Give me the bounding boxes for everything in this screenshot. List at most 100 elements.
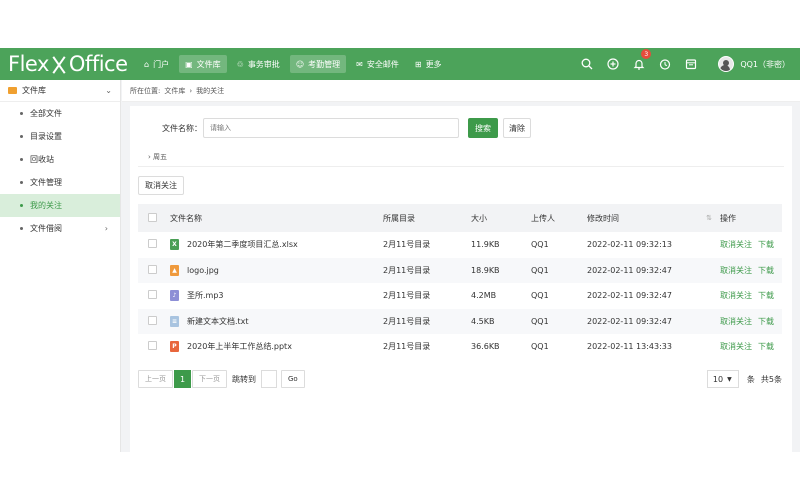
- files-table: 文件名称 所属目录 大小 上传人 修改时间 ⇅ 操作 X 2020年第二季度项目汇…: [138, 204, 782, 360]
- column-header-directory: 所属目录: [383, 213, 415, 223]
- sort-icon[interactable]: ⇅: [706, 215, 712, 222]
- search-button[interactable]: 搜索: [468, 118, 498, 138]
- page-number-current[interactable]: 1: [174, 370, 191, 388]
- flexoffice-logo[interactable]: Flex Office: [0, 52, 130, 76]
- sidebar-item-5[interactable]: 文件借阅 ›: [0, 217, 120, 240]
- file-name-search-input[interactable]: [203, 118, 459, 138]
- actions-cell: 取消关注 下载: [720, 290, 782, 301]
- breadcrumb-my-follows: 我的关注: [196, 86, 225, 95]
- file-name-cell[interactable]: ▲ logo.jpg: [170, 264, 383, 276]
- calendar-icon[interactable]: [678, 58, 704, 70]
- row-checkbox[interactable]: [148, 290, 157, 300]
- go-button[interactable]: Go: [281, 370, 305, 388]
- sidebar-header-file-library[interactable]: 文件库 ⌄: [0, 80, 120, 102]
- file-name[interactable]: 2020年上半年工作总结.pptx: [187, 341, 292, 352]
- main-nav: ⌂ 门户 ▣ 文件库 ♲ 事务审批 ☺ 考勤管理 ✉ 安全邮件 ⊞ 更多: [138, 48, 452, 80]
- clock-icon[interactable]: [652, 58, 678, 70]
- bell-icon[interactable]: 3: [626, 49, 652, 70]
- sidebar-item-2[interactable]: 回收站: [0, 148, 120, 171]
- uploader-cell: QQ1: [531, 291, 549, 301]
- uploader-cell: QQ1: [531, 265, 549, 275]
- breadcrumb-prefix: 所在位置:: [130, 86, 161, 95]
- user-avatar[interactable]: [718, 56, 735, 72]
- nav-item-3[interactable]: ☺ 考勤管理: [289, 55, 347, 73]
- row-checkbox[interactable]: [148, 239, 157, 249]
- nav-item-1[interactable]: ▣ 文件库: [179, 55, 227, 73]
- directory-cell: 2月11号目录: [383, 342, 431, 352]
- size-cell: 4.2MB: [471, 291, 497, 301]
- file-name[interactable]: logo.jpg: [187, 266, 219, 275]
- add-circle-icon[interactable]: [600, 58, 626, 70]
- approval-icon: ♲: [236, 59, 244, 69]
- user-name[interactable]: QQ1（非密）: [740, 59, 790, 70]
- home-icon: ⌂: [144, 59, 150, 69]
- clear-button[interactable]: 清除: [503, 118, 531, 138]
- batch-unfollow-button[interactable]: 取消关注: [138, 176, 184, 195]
- row-checkbox[interactable]: [148, 315, 157, 325]
- unfollow-link[interactable]: 取消关注: [720, 265, 752, 276]
- unfollow-link[interactable]: 取消关注: [720, 316, 752, 327]
- file-type-mp3-icon: ♪: [170, 290, 179, 302]
- bullet-icon: [20, 135, 23, 138]
- sidebar-item-label: 我的关注: [30, 201, 62, 210]
- nav-item-4[interactable]: ✉ 安全邮件: [350, 55, 405, 73]
- unfollow-link[interactable]: 取消关注: [720, 239, 752, 250]
- uploader-cell: QQ1: [531, 342, 549, 352]
- download-link[interactable]: 下载: [758, 265, 774, 276]
- nav-item-5[interactable]: ⊞ 更多: [409, 55, 448, 73]
- sidebar-item-0[interactable]: 全部文件: [0, 102, 120, 125]
- jump-page-input[interactable]: [261, 370, 277, 388]
- file-name[interactable]: 圣所.mp3: [187, 290, 224, 301]
- filter-tag-friday[interactable]: › 周五: [148, 152, 167, 162]
- download-link[interactable]: 下载: [758, 316, 774, 327]
- bullet-icon: [20, 227, 23, 230]
- column-header-modified[interactable]: 修改时间 ⇅: [587, 213, 720, 224]
- file-name-cell[interactable]: X 2020年第二季度项目汇总.xlsx: [170, 239, 383, 251]
- breadcrumb: 所在位置: 文件库 › 我的关注: [122, 80, 800, 102]
- select-all-checkbox[interactable]: [148, 212, 157, 222]
- sidebar-item-4[interactable]: 我的关注: [0, 194, 120, 217]
- unfollow-link[interactable]: 取消关注: [720, 290, 752, 301]
- breadcrumb-file-library[interactable]: 文件库: [164, 86, 185, 96]
- nav-item-0[interactable]: ⌂ 门户: [138, 55, 175, 73]
- next-page-button[interactable]: 下一页: [192, 370, 227, 388]
- unfollow-link[interactable]: 取消关注: [720, 341, 752, 352]
- prev-page-button[interactable]: 上一页: [138, 370, 173, 388]
- file-name-cell[interactable]: ≡ 新建文本文档.txt: [170, 315, 383, 327]
- directory-cell: 2月11号目录: [383, 240, 431, 250]
- file-library-icon: ▣: [185, 59, 193, 69]
- download-link[interactable]: 下载: [758, 341, 774, 352]
- download-link[interactable]: 下载: [758, 290, 774, 301]
- nav-item-2[interactable]: ♲ 事务审批: [231, 55, 286, 73]
- top-navbar: Flex Office ⌂ 门户 ▣ 文件库 ♲ 事务审批 ☺ 考勤管理 ✉ 安全邮件 ⊞ 更多 3 Q…: [0, 48, 800, 80]
- sidebar-item-1[interactable]: 目录设置: [0, 125, 120, 148]
- search-icon[interactable]: [574, 58, 600, 70]
- nav-item-label: 文件库: [196, 59, 221, 69]
- sidebar-item-label: 目录设置: [30, 132, 62, 141]
- jump-to-label: 跳转到: [232, 374, 256, 384]
- sidebar-item-3[interactable]: 文件管理: [0, 171, 120, 194]
- notification-badge: 3: [641, 49, 652, 59]
- actions-cell: 取消关注 下载: [720, 341, 782, 352]
- pagination-size: 10 ▼ 条 共5条: [706, 370, 782, 388]
- directory-cell: 2月11号目录: [383, 265, 431, 275]
- table-row: ▲ logo.jpg 2月11号目录 18.9KB QQ1 2022-02-11 09:3…: [138, 257, 782, 283]
- page-size-select[interactable]: 10 ▼: [706, 370, 739, 388]
- main-panel: 文件名称： 搜索 清除 › 周五 取消关注 文件名称 所属目录 大小 上传人 修…: [130, 106, 792, 452]
- row-checkbox[interactable]: [148, 341, 157, 351]
- file-name[interactable]: 2020年第二季度项目汇总.xlsx: [187, 239, 298, 250]
- file-type-img-icon: ▲: [170, 264, 179, 276]
- size-cell: 18.9KB: [471, 265, 500, 275]
- download-link[interactable]: 下载: [758, 239, 774, 250]
- chevron-down-icon: ⌄: [105, 86, 112, 95]
- row-checkbox[interactable]: [148, 264, 157, 274]
- uploader-cell: QQ1: [531, 240, 549, 250]
- file-name[interactable]: 新建文本文档.txt: [187, 316, 249, 327]
- file-name-cell[interactable]: ♪ 圣所.mp3: [170, 290, 383, 302]
- column-header-actions: 操作: [720, 213, 736, 223]
- file-name-cell[interactable]: P 2020年上半年工作总结.pptx: [170, 341, 383, 353]
- column-header-uploader: 上传人: [531, 213, 555, 223]
- bullet-icon: [20, 204, 23, 207]
- sidebar-item-label: 文件管理: [30, 178, 62, 187]
- topbar-tools: 3 QQ1（非密）: [574, 48, 800, 80]
